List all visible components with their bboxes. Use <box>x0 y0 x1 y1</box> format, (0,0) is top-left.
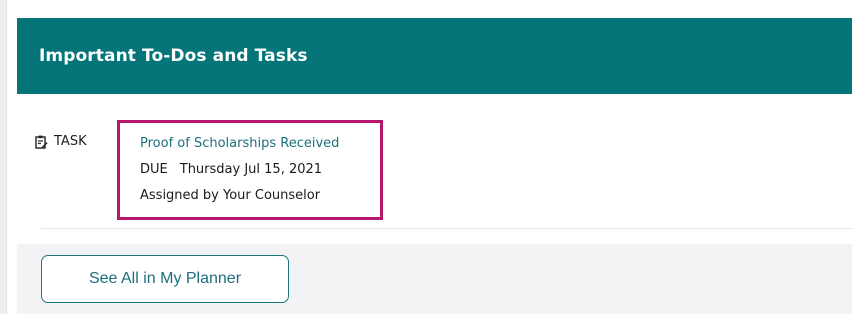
card-header: Important To-Dos and Tasks <box>17 18 852 94</box>
card-footer: See All in My Planner <box>17 244 852 314</box>
task-details-highlight: Proof of Scholarships Received DUE Thursd… <box>117 120 383 220</box>
task-type: TASK <box>35 134 87 149</box>
see-all-planner-button[interactable]: See All in My Planner <box>41 255 289 303</box>
card-top-strip <box>7 0 852 18</box>
card-title: Important To-Dos and Tasks <box>39 46 308 66</box>
divider <box>41 228 852 229</box>
task-row: TASK <box>35 130 87 149</box>
task-due-line: DUE Thursday Jul 15, 2021 <box>140 159 380 181</box>
due-label: DUE <box>140 162 168 177</box>
task-assigned-by: Assigned by Your Counselor <box>140 188 321 203</box>
due-date: Thursday Jul 15, 2021 <box>179 162 323 177</box>
task-type-label: TASK <box>54 134 87 149</box>
card-body: TASK Proof of Scholarships Received DUE T… <box>17 94 852 244</box>
clipboard-edit-icon <box>35 135 48 149</box>
todos-card: Important To-Dos and Tasks TASK Proof of… <box>6 0 852 314</box>
task-title-link[interactable]: Proof of Scholarships Received <box>140 133 380 155</box>
page: Important To-Dos and Tasks TASK Proof of… <box>0 0 852 314</box>
